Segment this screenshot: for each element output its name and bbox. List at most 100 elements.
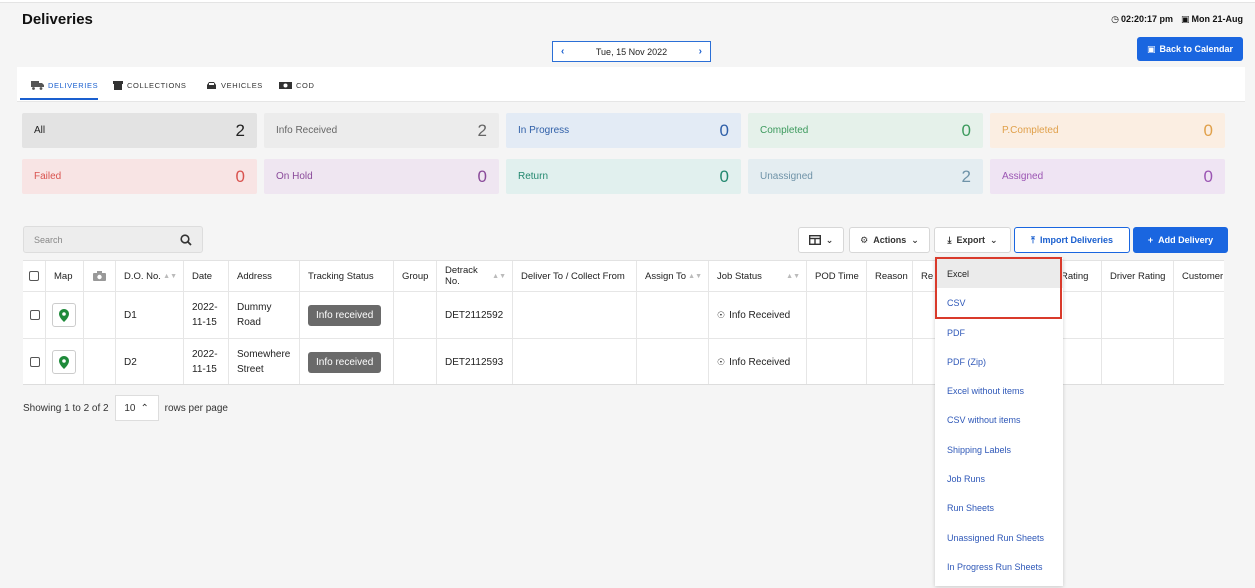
export-button[interactable]: ⤓ Export ⌄ xyxy=(934,227,1011,253)
pod-time-cell xyxy=(807,339,867,384)
status-card[interactable]: Return 0 xyxy=(506,159,741,194)
map-pin-button[interactable] xyxy=(52,303,76,327)
col-address[interactable]: Address xyxy=(229,261,300,291)
col-map[interactable]: Map xyxy=(46,261,84,291)
select-all-checkbox[interactable] xyxy=(29,271,39,281)
search-box[interactable]: Search xyxy=(23,226,203,253)
status-card[interactable]: All 2 xyxy=(22,113,257,148)
tab-label: COD xyxy=(296,81,315,90)
status-card[interactable]: Completed 0 xyxy=(748,113,983,148)
status-card[interactable]: Info Received 2 xyxy=(264,113,499,148)
col-photo[interactable] xyxy=(84,261,116,291)
col-tracking-status[interactable]: Tracking Status xyxy=(300,261,394,291)
col-detrack-no[interactable]: Detrack No. ▲▼ xyxy=(437,261,513,291)
date-line: 11-15 xyxy=(192,317,217,328)
export-menu-item[interactable]: Shipping Labels xyxy=(935,435,1063,464)
actions-button[interactable]: ⚙ Actions ⌄ xyxy=(849,227,930,253)
export-menu-item[interactable]: CSV without items xyxy=(935,405,1063,434)
col-group[interactable]: Group xyxy=(394,261,437,291)
col-pod-time[interactable]: POD Time xyxy=(807,261,867,291)
col-customer[interactable]: Customer xyxy=(1174,261,1224,291)
map-pin-button[interactable] xyxy=(52,350,76,374)
export-menu-item[interactable]: PDF (Zip) xyxy=(935,347,1063,376)
col-label: Assign To xyxy=(645,270,687,282)
status-card[interactable]: On Hold 0 xyxy=(264,159,499,194)
status-card-count: 0 xyxy=(235,166,245,186)
photo-cell xyxy=(84,339,116,384)
status-card[interactable]: Assigned 0 xyxy=(990,159,1225,194)
date-cell: 2022- 11-15 xyxy=(184,339,229,384)
col-job-status[interactable]: Job Status ▲▼ xyxy=(709,261,807,291)
col-driver-rating[interactable]: Driver Rating xyxy=(1102,261,1174,291)
col-deliver-to[interactable]: Deliver To / Collect From xyxy=(513,261,637,291)
row-select-cell xyxy=(23,292,46,338)
search-icon[interactable] xyxy=(180,233,192,246)
status-card[interactable]: Unassigned 2 xyxy=(748,159,983,194)
row-select-cell xyxy=(23,339,46,384)
highlight-box xyxy=(935,257,1062,319)
back-to-calendar-button[interactable]: ▣ Back to Calendar xyxy=(1137,37,1243,61)
group-cell xyxy=(394,339,437,384)
status-card[interactable]: Failed 0 xyxy=(22,159,257,194)
col-do-no[interactable]: D.O. No. ▲▼ xyxy=(116,261,184,291)
download-icon: ⤓ xyxy=(947,234,952,245)
export-menu-item[interactable]: Run Sheets xyxy=(935,493,1063,522)
export-menu-item[interactable]: PDF xyxy=(935,318,1063,347)
row-checkbox[interactable] xyxy=(30,357,40,367)
column-chooser-button[interactable]: ⌄ xyxy=(798,227,844,253)
col-date[interactable]: Date xyxy=(184,261,229,291)
prev-date-icon[interactable]: ‹ xyxy=(561,46,564,57)
tracking-cell: Info received xyxy=(300,292,394,338)
address-cell: Somewhere Street xyxy=(229,339,300,384)
tab-label: VEHICLES xyxy=(221,81,263,90)
page-size-select[interactable]: 10 ⌃ xyxy=(114,395,159,421)
do-number[interactable]: D1 xyxy=(124,310,137,321)
sort-icon: ▲▼ xyxy=(688,272,702,280)
add-label: Add Delivery xyxy=(1158,235,1214,245)
tab-cod[interactable]: COD xyxy=(279,81,314,90)
do-no-cell: D1 xyxy=(116,292,184,338)
tab-vehicles[interactable]: VEHICLES xyxy=(206,81,263,90)
detrack-number: DET2112592 xyxy=(445,309,504,321)
detrack-number: DET2112593 xyxy=(445,356,504,368)
search-input[interactable]: Search xyxy=(34,235,63,245)
top-border xyxy=(0,0,1255,3)
map-pin-icon xyxy=(59,355,69,369)
date-cell: 2022- 11-15 xyxy=(184,292,229,338)
row-checkbox[interactable] xyxy=(30,310,40,320)
col-reason[interactable]: Reason xyxy=(867,261,913,291)
current-date: Mon 21-Aug xyxy=(1191,14,1244,24)
job-status-cell: ☉ Info Received xyxy=(709,339,807,384)
import-deliveries-button[interactable]: ⤒ Import Deliveries xyxy=(1014,227,1130,253)
tab-deliveries[interactable]: DELIVERIES xyxy=(31,81,98,90)
import-label: Import Deliveries xyxy=(1039,235,1113,245)
calendar-icon: ▣ xyxy=(1146,43,1156,54)
status-card-label: Failed xyxy=(34,171,62,182)
export-menu-item[interactable]: Excel without items xyxy=(935,376,1063,405)
export-menu-item[interactable]: Unassigned Run Sheets xyxy=(935,523,1063,552)
back-to-calendar-label: Back to Calendar xyxy=(1159,44,1234,54)
address-line: Dummy xyxy=(237,302,272,313)
status-card-label: Info Received xyxy=(276,125,338,136)
col-assign-to[interactable]: Assign To ▲▼ xyxy=(637,261,709,291)
job-status-text: Info Received xyxy=(729,356,791,368)
tab-collections[interactable]: COLLECTIONS xyxy=(113,81,187,90)
do-number[interactable]: D2 xyxy=(124,357,137,368)
export-menu-item[interactable]: In Progress Run Sheets xyxy=(935,552,1063,581)
deliver-to-cell xyxy=(513,292,637,338)
next-date-icon[interactable]: › xyxy=(699,46,702,57)
pager: Showing 1 to 2 of 2 10 ⌃ rows per page xyxy=(23,395,228,421)
customer-cell xyxy=(1174,339,1224,384)
tracking-status-badge: Info received xyxy=(308,304,382,326)
add-delivery-button[interactable]: + Add Delivery xyxy=(1133,227,1228,253)
map-pin-icon xyxy=(59,308,69,322)
reason-cell xyxy=(867,292,913,338)
status-card[interactable]: P.Completed 0 xyxy=(990,113,1225,148)
status-circle-icon: ☉ xyxy=(717,309,726,320)
status-card[interactable]: In Progress 0 xyxy=(506,113,741,148)
truck-icon xyxy=(31,81,44,90)
selected-date[interactable]: Tue, 15 Nov 2022 xyxy=(596,47,667,57)
export-label: Export xyxy=(956,235,985,245)
export-menu-item[interactable]: Job Runs xyxy=(935,464,1063,493)
status-card-count: 0 xyxy=(1203,120,1213,140)
